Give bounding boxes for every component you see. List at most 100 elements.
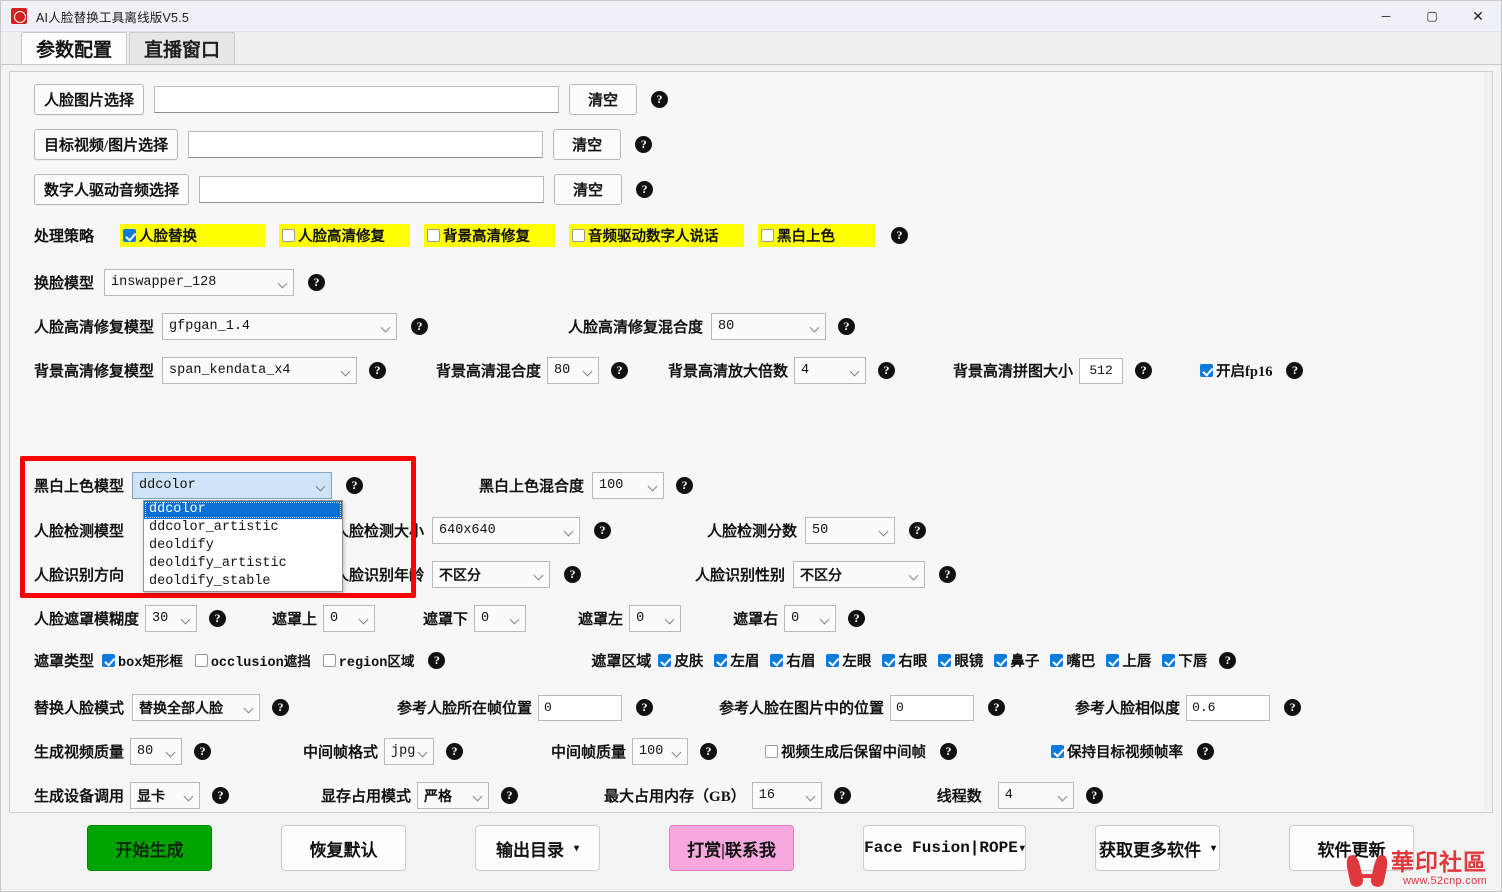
checkbox-region-left-eye[interactable]	[826, 654, 840, 667]
help-icon[interactable]: ?	[194, 743, 212, 760]
checkbox-colorize[interactable]	[761, 229, 775, 242]
get-more-software-button[interactable]: 获取更多软件 ▾	[1095, 825, 1220, 871]
face-image-clear-button[interactable]: 清空	[569, 84, 638, 115]
mask-left-select[interactable]: 0	[629, 605, 682, 632]
checkbox-region-skin[interactable]	[658, 654, 672, 667]
colorize-blend-select[interactable]: 100	[592, 472, 665, 499]
facefusion-rope-button[interactable]: Face Fusion|ROPE ▾	[863, 825, 1026, 871]
fp16-checkbox-wrap[interactable]: 开启fp16	[1200, 360, 1272, 381]
help-icon[interactable]: ?	[651, 91, 669, 108]
checkbox-region-lower-lip[interactable]	[1162, 654, 1176, 667]
help-icon[interactable]: ?	[564, 566, 582, 583]
mask-top-select[interactable]: 0	[323, 605, 376, 632]
keep-frames-checkbox-wrap[interactable]: 视频生成后保留中间帧	[765, 741, 926, 762]
help-icon[interactable]: ?	[891, 227, 909, 244]
replace-mode-select[interactable]: 替换全部人脸	[132, 694, 261, 721]
ref-position-input[interactable]: 0	[890, 694, 975, 721]
help-icon[interactable]: ?	[1197, 743, 1215, 760]
detect-size-select[interactable]: 640x640	[432, 517, 581, 544]
bg-tile-input[interactable]: 512	[1079, 357, 1124, 384]
face-restore-blend-select[interactable]: 80	[711, 313, 827, 340]
help-icon[interactable]: ?	[838, 318, 856, 335]
bg-blend-select[interactable]: 80	[547, 357, 600, 384]
threads-select[interactable]: 4	[997, 782, 1074, 809]
help-icon[interactable]: ?	[594, 522, 612, 539]
mask-type-box[interactable]: box矩形框	[102, 650, 183, 671]
detect-score-select[interactable]: 50	[805, 517, 896, 544]
frame-format-select[interactable]: jpg	[384, 738, 435, 765]
checkbox-fp16[interactable]	[1200, 364, 1214, 377]
help-icon[interactable]: ?	[428, 652, 446, 669]
mask-right-select[interactable]: 0	[784, 605, 837, 632]
mask-type-region[interactable]: region区域	[322, 650, 414, 671]
strategy-item-face-restore[interactable]: 人脸高清修复	[279, 224, 411, 247]
dropdown-option-deoldify-stable[interactable]: deoldify_stable	[144, 573, 342, 591]
checkbox-region-left-brow[interactable]	[714, 654, 728, 667]
digital-audio-select-button[interactable]: 数字人驱动音频选择	[34, 174, 190, 205]
help-icon[interactable]: ?	[833, 787, 851, 804]
ref-similarity-input[interactable]: 0.6	[1186, 694, 1271, 721]
ref-frame-input[interactable]: 0	[538, 694, 623, 721]
dropdown-option-deoldify[interactable]: deoldify	[144, 537, 342, 555]
dropdown-option-deoldify-artistic[interactable]: deoldify_artistic	[144, 555, 342, 573]
help-icon[interactable]: ?	[848, 610, 866, 627]
recognition-age-select[interactable]: 不区分	[432, 561, 551, 588]
region-glasses[interactable]: 眼镜	[938, 650, 983, 671]
help-icon[interactable]: ?	[611, 362, 629, 379]
help-icon[interactable]: ?	[676, 477, 694, 494]
dropdown-option-ddcolor-artistic[interactable]: ddcolor_artistic	[144, 519, 342, 537]
help-icon[interactable]: ?	[988, 699, 1006, 716]
tab-live-window[interactable]: 直播窗口	[129, 32, 236, 64]
help-icon[interactable]: ?	[411, 318, 429, 335]
help-icon[interactable]: ?	[939, 566, 957, 583]
target-video-select-button[interactable]: 目标视频/图片选择	[34, 129, 179, 160]
help-icon[interactable]: ?	[446, 743, 464, 760]
region-skin[interactable]: 皮肤	[658, 650, 703, 671]
checkbox-region-glasses[interactable]	[938, 654, 952, 667]
face-image-select-button[interactable]: 人脸图片选择	[34, 84, 145, 115]
help-icon[interactable]: ?	[501, 787, 519, 804]
help-icon[interactable]: ?	[1135, 362, 1153, 379]
help-icon[interactable]: ?	[940, 743, 958, 760]
bg-restore-model-select[interactable]: span_kendata_x4	[162, 357, 358, 384]
recognition-gender-select[interactable]: 不区分	[793, 561, 926, 588]
checkbox-keep-frames[interactable]	[765, 745, 779, 758]
vram-mode-select[interactable]: 严格	[417, 782, 490, 809]
face-restore-model-select[interactable]: gfpgan_1.4	[162, 313, 398, 340]
help-icon[interactable]: ?	[1286, 362, 1304, 379]
digital-audio-clear-button[interactable]: 清空	[554, 174, 623, 205]
help-icon[interactable]: ?	[878, 362, 896, 379]
checkbox-region-upper-lip[interactable]	[1106, 654, 1120, 667]
region-lower-lip[interactable]: 下唇	[1162, 650, 1207, 671]
bg-scale-select[interactable]: 4	[794, 357, 867, 384]
checkbox-keep-fps[interactable]	[1051, 745, 1065, 758]
colorize-model-dropdown-list[interactable]: ddcolor ddcolor_artistic deoldify deoldi…	[143, 500, 343, 592]
checkbox-bg-restore[interactable]	[427, 229, 441, 242]
help-icon[interactable]: ?	[346, 477, 364, 494]
output-directory-button[interactable]: 输出目录 ▾	[475, 825, 600, 871]
video-quality-select[interactable]: 80	[130, 738, 183, 765]
help-icon[interactable]: ?	[636, 181, 654, 198]
device-select[interactable]: 显卡	[130, 782, 201, 809]
checkbox-region-right-eye[interactable]	[882, 654, 896, 667]
region-nose[interactable]: 鼻子	[994, 650, 1039, 671]
checkbox-mask-region[interactable]	[322, 654, 336, 667]
help-icon[interactable]: ?	[209, 610, 227, 627]
help-icon[interactable]: ?	[212, 787, 230, 804]
region-right-eye[interactable]: 右眼	[882, 650, 927, 671]
help-icon[interactable]: ?	[1284, 699, 1302, 716]
region-left-brow[interactable]: 左眉	[714, 650, 759, 671]
checkbox-region-right-brow[interactable]	[770, 654, 784, 667]
maximize-button[interactable]: ▢	[1409, 1, 1455, 32]
colorize-model-select[interactable]: ddcolor	[132, 472, 333, 499]
help-icon[interactable]: ?	[1085, 787, 1103, 804]
max-memory-select[interactable]: 16	[751, 782, 822, 809]
minimize-button[interactable]: ─	[1363, 1, 1409, 32]
strategy-item-face-swap[interactable]: 人脸替换	[120, 224, 266, 247]
checkbox-mask-box[interactable]	[102, 654, 116, 667]
help-icon[interactable]: ?	[636, 699, 654, 716]
dropdown-option-ddcolor[interactable]: ddcolor	[144, 501, 342, 519]
region-mouth[interactable]: 嘴巴	[1050, 650, 1095, 671]
checkbox-face-swap[interactable]	[123, 229, 137, 242]
checkbox-audio-driven[interactable]	[572, 229, 586, 242]
